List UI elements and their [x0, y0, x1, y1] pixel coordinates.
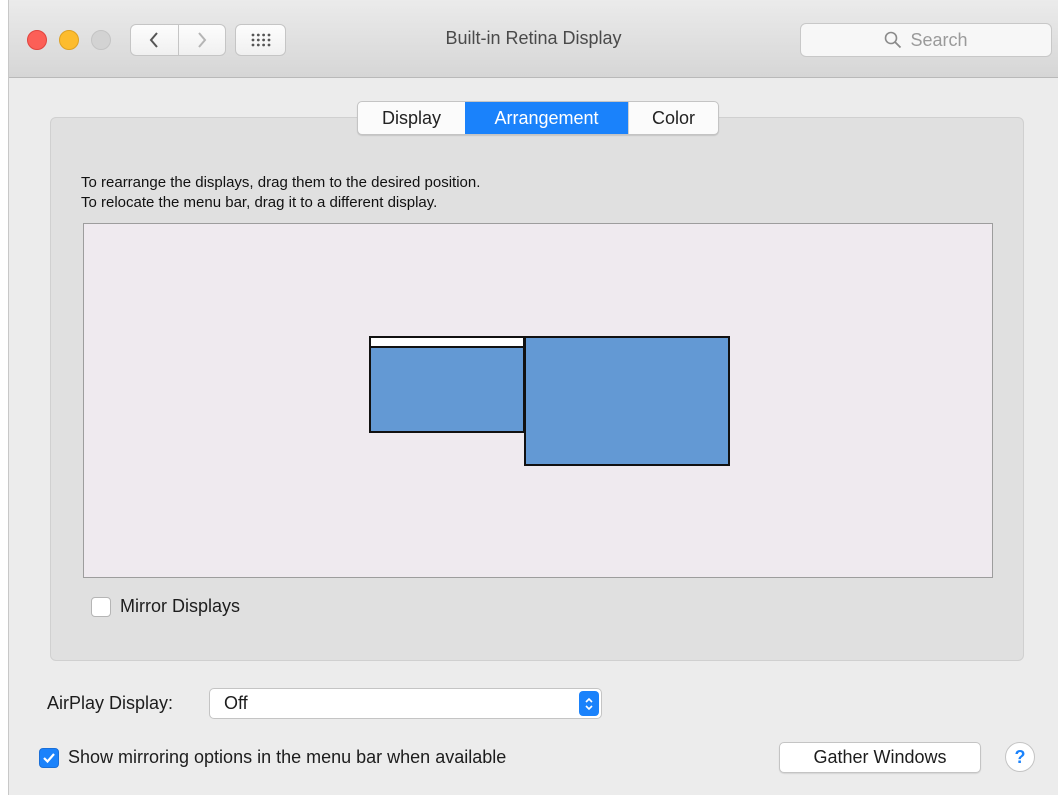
- search-icon: [885, 31, 902, 49]
- tab-bar: Display Arrangement Color: [357, 101, 719, 135]
- display-built-in[interactable]: [369, 336, 525, 433]
- help-button[interactable]: ?: [1005, 742, 1035, 772]
- display-external[interactable]: [524, 336, 730, 466]
- instruction-rearrange: To rearrange the displays, drag them to …: [81, 174, 481, 191]
- airplay-display-label: AirPlay Display:: [47, 693, 174, 713]
- display-arrangement-area: [83, 223, 993, 578]
- checkmark-icon: [43, 752, 55, 763]
- search-placeholder: Search: [910, 29, 968, 50]
- tab-arrangement[interactable]: Arrangement: [465, 102, 628, 134]
- tab-display[interactable]: Display: [358, 102, 465, 134]
- mirror-displays-checkbox[interactable]: [91, 596, 111, 617]
- show-mirroring-checkbox[interactable]: [39, 747, 59, 768]
- mirror-displays-label: Mirror Displays: [120, 596, 241, 616]
- menu-bar-handle[interactable]: [371, 338, 523, 348]
- instruction-menu-bar: To relocate the menu bar, drag it to a d…: [81, 194, 438, 211]
- tab-color[interactable]: Color: [628, 102, 718, 134]
- search-field[interactable]: Search: [800, 23, 1052, 57]
- select-arrows-icon: [579, 691, 599, 716]
- show-mirroring-label: Show mirroring options in the menu bar w…: [68, 747, 507, 767]
- show-mirroring-option: Show mirroring options in the menu bar w…: [39, 747, 506, 768]
- mirror-displays-option: Mirror Displays: [91, 596, 240, 617]
- gather-windows-button[interactable]: Gather Windows: [779, 742, 981, 773]
- airplay-display-select[interactable]: Off: [209, 688, 602, 719]
- preferences-window: Built-in Retina Display Search Display A…: [8, 0, 1058, 795]
- title-bar: Built-in Retina Display Search: [9, 0, 1058, 78]
- airplay-display-value: Off: [224, 693, 248, 713]
